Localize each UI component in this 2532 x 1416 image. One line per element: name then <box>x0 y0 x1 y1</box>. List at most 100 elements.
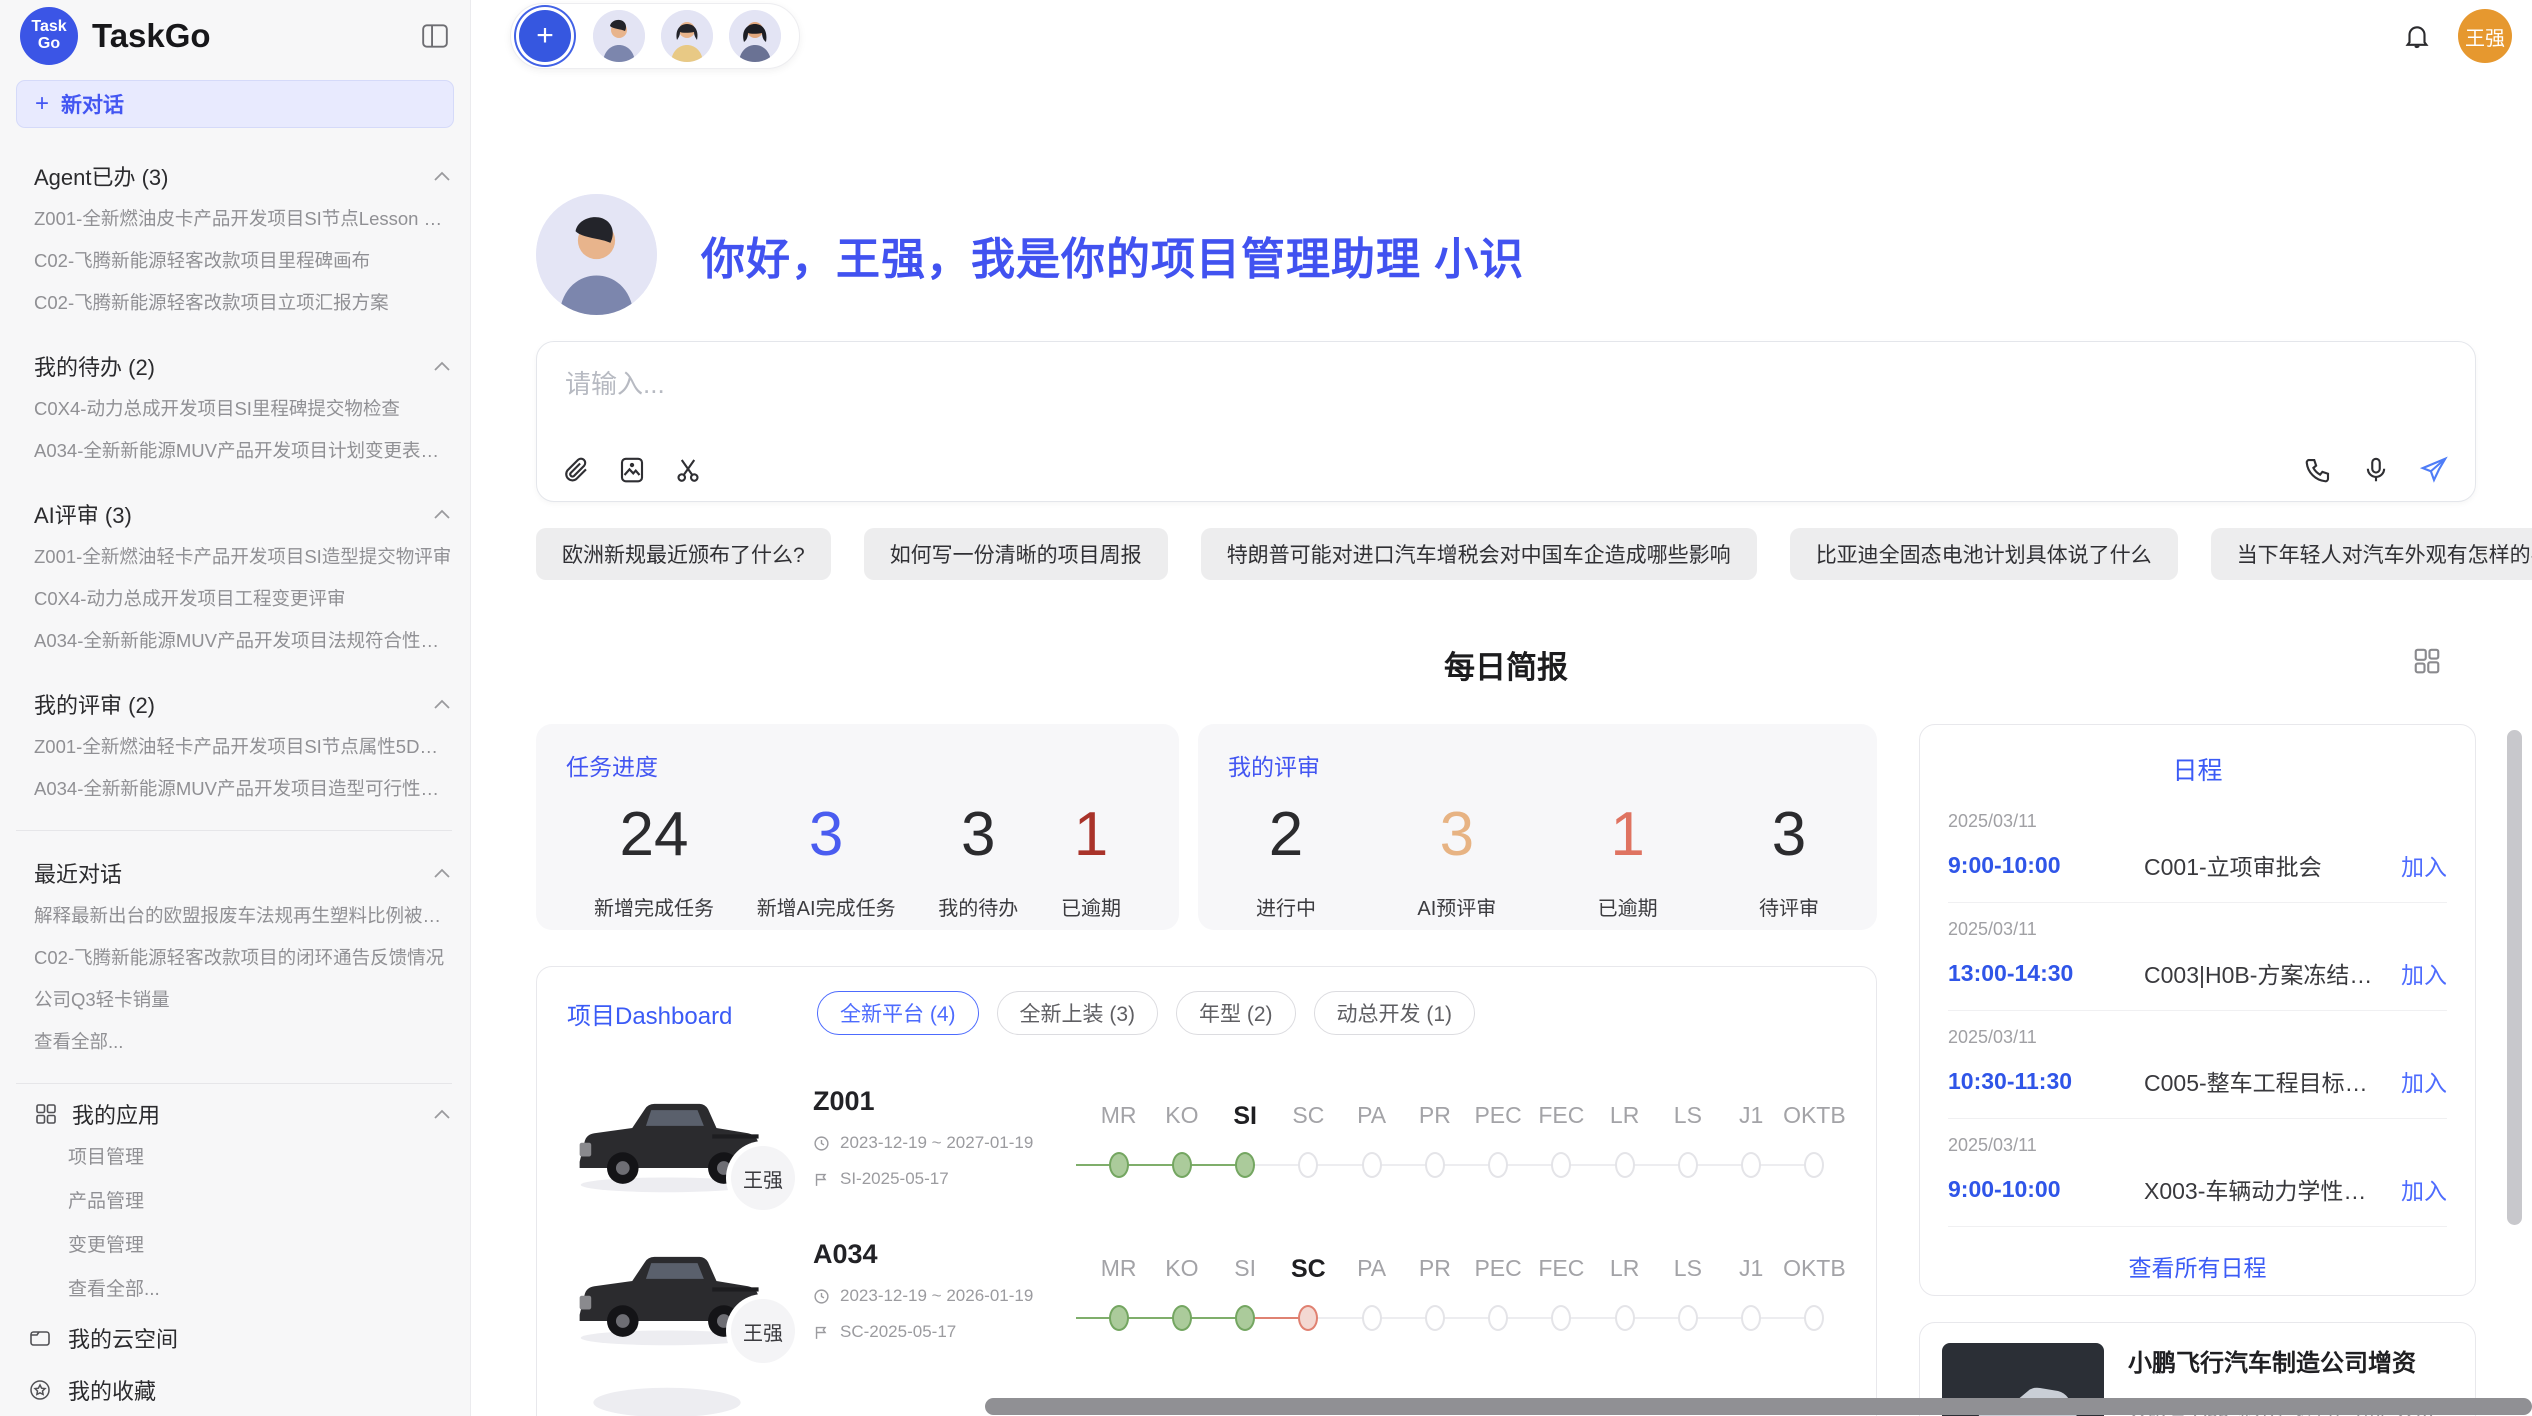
attachment-icon[interactable] <box>561 455 591 485</box>
image-icon[interactable] <box>617 455 647 485</box>
recent-chat-view-all[interactable]: 查看全部... <box>34 1021 452 1063</box>
filter-pill[interactable]: 动总开发 (1) <box>1314 991 1476 1035</box>
stat-label: AI预评审 <box>1417 892 1496 921</box>
recent-chat-item[interactable]: 解释最新出台的欧盟报废车法规再生塑料比例被调至15%... <box>34 895 452 937</box>
app-item-change-mgmt[interactable]: 变更管理 <box>34 1224 452 1268</box>
new-chat-button[interactable]: + 新对话 <box>16 80 454 128</box>
chevron-up-icon[interactable] <box>432 697 452 711</box>
briefing-columns: 任务进度 24 新增完成任务 3 新增AI完成任务 <box>536 724 2476 1416</box>
section-recent-chats[interactable]: 最近对话 <box>34 851 452 895</box>
agent-avatar[interactable] <box>729 10 781 62</box>
sidebar-item[interactable]: A034-全新新能源MUV产品开发项目造型可行性评审 <box>34 768 452 810</box>
composer-left-icons <box>561 455 703 485</box>
project-row[interactable]: 王强 Z001 2023-12-19 ~ 2027-01-19 <box>567 1057 1846 1210</box>
app-item-project-mgmt[interactable]: 项目管理 <box>34 1136 452 1180</box>
suggestion-chip[interactable]: 当下年轻人对汽车外观有怎样的喜好趋势 <box>2211 528 2532 580</box>
chevron-up-icon[interactable] <box>432 507 452 521</box>
chat-input[interactable] <box>565 364 2165 424</box>
recent-chat-item[interactable]: 公司Q3轻卡销量 <box>34 979 452 1021</box>
sidebar-item[interactable]: C0X4-动力总成开发项目工程变更评审 <box>34 578 452 620</box>
briefing-right-column: 日程 2025/03/11 9:00-10:00 C001-立项审批会 加入 2… <box>1919 724 2476 1416</box>
filter-pill[interactable]: 全新上装 (3) <box>997 991 1159 1035</box>
send-icon[interactable] <box>2419 455 2449 485</box>
join-link[interactable]: 加入 <box>2401 848 2447 882</box>
project-row[interactable]: 王强 A034 2023-12-19 ~ 2026-01-19 <box>567 1210 1846 1363</box>
schedule-time: 9:00-10:00 <box>1948 1176 2144 1203</box>
milestone-dot-pending <box>1425 1305 1445 1331</box>
sidebar-collapse-icon[interactable] <box>420 23 450 49</box>
agent-avatar[interactable] <box>593 10 645 62</box>
milestone: PR <box>1403 1255 1466 1331</box>
milestone: MR <box>1087 1255 1150 1331</box>
milestone-dot-pending <box>1741 1152 1761 1178</box>
suggestion-chip[interactable]: 欧洲新规最近颁布了什么? <box>536 528 831 580</box>
sidebar-item[interactable]: A034-全新新能源MUV产品开发项目法规符合性评审 <box>34 620 452 662</box>
sidebar-item[interactable]: C02-飞腾新能源轻客改款项目立项汇报方案 <box>34 282 452 324</box>
notification-bell-icon[interactable] <box>2402 21 2432 51</box>
agent-avatar[interactable] <box>661 10 713 62</box>
join-link[interactable]: 加入 <box>2401 1064 2447 1098</box>
microphone-icon[interactable] <box>2361 455 2391 485</box>
scissors-icon[interactable] <box>673 455 703 485</box>
recent-chat-item[interactable]: C02-飞腾新能源轻客改款项目的闭环通告反馈情况 <box>34 937 452 979</box>
section-my-todo[interactable]: 我的待办 (2) <box>34 344 452 388</box>
stat-label: 新增完成任务 <box>594 892 714 921</box>
section-agent-done[interactable]: Agent已办 (3) <box>34 154 452 198</box>
add-agent-button[interactable]: + <box>519 10 571 62</box>
daily-briefing-header: 每日简报 <box>536 642 2476 684</box>
user-avatar[interactable]: 王强 <box>2458 9 2512 63</box>
chevron-up-icon[interactable] <box>432 866 452 880</box>
view-all-schedule-link[interactable]: 查看所有日程 <box>1948 1227 2447 1283</box>
schedule-event-title: C001-立项审批会 <box>2144 848 2387 882</box>
sidebar-item-cloud-space[interactable]: 我的云空间 <box>28 1312 452 1364</box>
layout-grid-icon[interactable] <box>2412 646 2442 676</box>
schedule-date: 2025/03/11 <box>1948 1135 2447 1156</box>
owner-badge: 王强 <box>731 1146 795 1210</box>
sidebar-item[interactable]: Z001-全新燃油轻卡产品开发项目SI节点属性5D文件评审 <box>34 726 452 768</box>
stat: 1 已逾期 <box>1598 804 1658 921</box>
app-item-view-all[interactable]: 查看全部... <box>34 1268 452 1312</box>
project-code: A034 <box>813 1239 1073 1270</box>
join-link[interactable]: 加入 <box>2401 956 2447 990</box>
filter-pill[interactable]: 全新平台 (4) <box>817 991 979 1035</box>
sidebar-item[interactable]: C02-飞腾新能源轻客改款项目里程碑画布 <box>34 240 452 282</box>
stat-label: 待评审 <box>1759 892 1819 921</box>
filter-pill[interactable]: 年型 (2) <box>1176 991 1296 1035</box>
milestone: FEC <box>1530 1255 1593 1331</box>
join-link[interactable]: 加入 <box>2401 1172 2447 1206</box>
section-title: 我的待办 (2) <box>34 350 432 382</box>
stat-label: 进行中 <box>1256 892 1316 921</box>
app-item-product-mgmt[interactable]: 产品管理 <box>34 1180 452 1224</box>
section-my-apps[interactable]: 我的应用 <box>34 1092 452 1136</box>
cloud-folder-icon <box>28 1326 52 1350</box>
milestone-dot-overdue <box>1298 1305 1318 1331</box>
sidebar-item[interactable]: A034-全新新能源MUV产品开发项目计划变更表编写 <box>34 430 452 472</box>
agent-crew-pill: + <box>510 3 800 69</box>
suggestion-chip[interactable]: 特朗普可能对进口汽车增税会对中国车企造成哪些影响 <box>1201 528 1757 580</box>
sidebar-item-favorites[interactable]: 我的收藏 <box>28 1364 452 1416</box>
schedule-event-title: C005-整车工程目标评审 <box>2144 1064 2387 1098</box>
chevron-up-icon[interactable] <box>432 169 452 183</box>
stat-label: 我的待办 <box>938 892 1018 921</box>
assistant-avatar <box>536 194 657 315</box>
briefing-left-column: 任务进度 24 新增完成任务 3 新增AI完成任务 <box>536 724 1877 1416</box>
composer <box>536 341 2476 502</box>
stat: 24 新增完成任务 <box>594 804 714 921</box>
milestone: J1 <box>1720 1255 1783 1331</box>
project-dashboard-card: 项目Dashboard 全新平台 (4) 全新上装 (3) 年型 (2) 动总开… <box>536 966 1877 1416</box>
sidebar-item[interactable]: Z001-全新燃油轻卡产品开发项目SI造型提交物评审 <box>34 536 452 578</box>
horizontal-scrollbar[interactable] <box>985 1398 2532 1415</box>
chevron-up-icon[interactable] <box>432 1107 452 1121</box>
section-ai-review[interactable]: AI评审 (3) <box>34 492 452 536</box>
section-my-review[interactable]: 我的评审 (2) <box>34 682 452 726</box>
vertical-scrollbar[interactable] <box>2507 730 2522 1225</box>
sidebar-item[interactable]: Z001-全新燃油皮卡产品开发项目SI节点Lesson Learn报告 <box>34 198 452 240</box>
suggestion-chip[interactable]: 比亚迪全固态电池计划具体说了什么 <box>1790 528 2178 580</box>
sidebar-item[interactable]: C0X4-动力总成开发项目SI里程碑提交物检查 <box>34 388 452 430</box>
greeting-block: 你好，王强，我是你的项目管理助理 小识 <box>536 194 2476 315</box>
phone-call-icon[interactable] <box>2303 455 2333 485</box>
chevron-up-icon[interactable] <box>432 359 452 373</box>
card-title: 任务进度 <box>566 748 1149 782</box>
milestone-dot-pending <box>1362 1305 1382 1331</box>
suggestion-chip[interactable]: 如何写一份清晰的项目周报 <box>864 528 1168 580</box>
